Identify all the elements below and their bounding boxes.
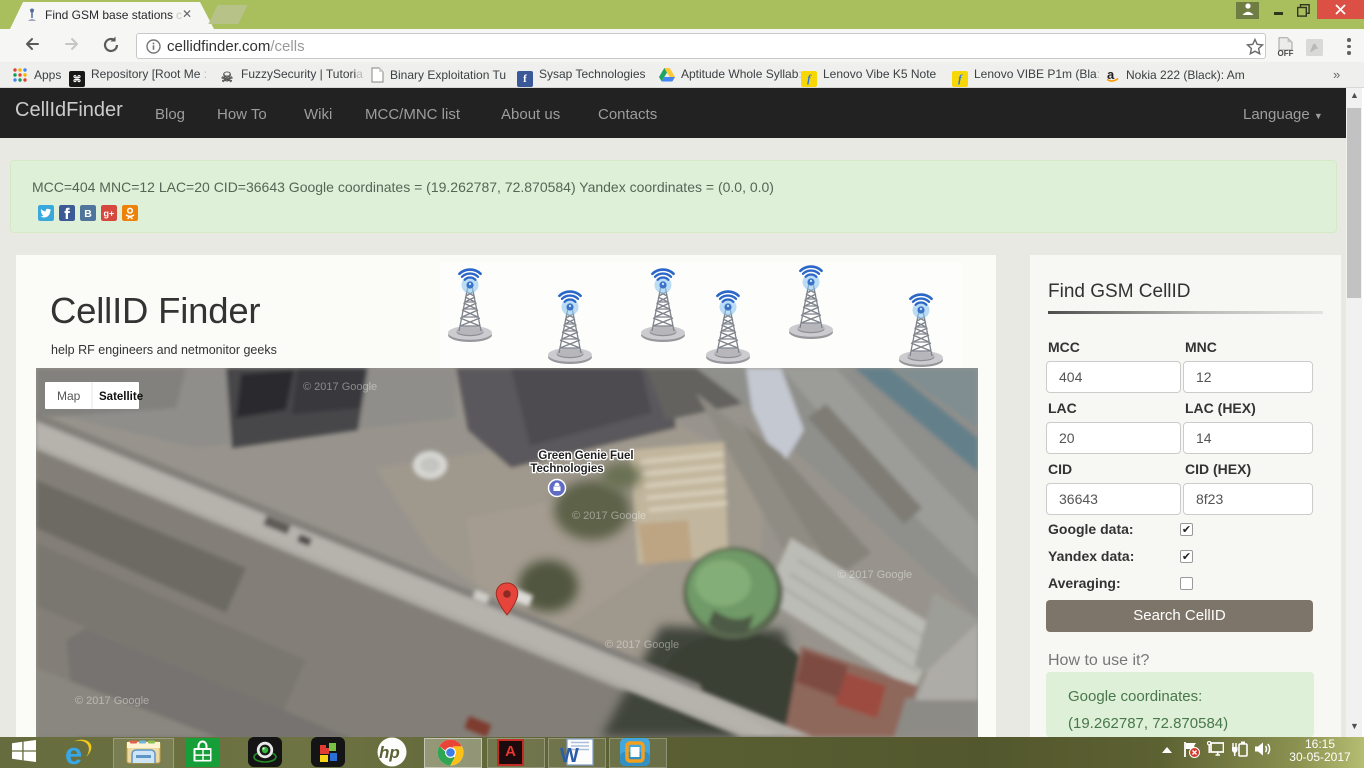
svg-text:© 2017 Google: © 2017 Google (572, 510, 646, 522)
svg-text:Technologies: Technologies (530, 463, 603, 475)
svg-text:g+: g+ (104, 209, 115, 219)
svg-text:© 2017 Google: © 2017 Google (303, 381, 377, 393)
svg-text:© 2017 Google: © 2017 Google (605, 639, 679, 651)
svg-text:hp: hp (379, 743, 400, 762)
svg-text:Green Genie Fuel: Green Genie Fuel (538, 450, 633, 462)
svg-text:© 2017 Google: © 2017 Google (838, 569, 912, 581)
svg-text:Map: Map (57, 389, 81, 403)
svg-text:e: e (65, 736, 82, 768)
svg-text:B: B (84, 208, 92, 220)
svg-text:OFF: OFF (1278, 49, 1294, 57)
svg-text:© 2017 Google: © 2017 Google (75, 695, 149, 707)
svg-text:W: W (560, 745, 579, 766)
svg-text:Satellite: Satellite (99, 391, 143, 403)
